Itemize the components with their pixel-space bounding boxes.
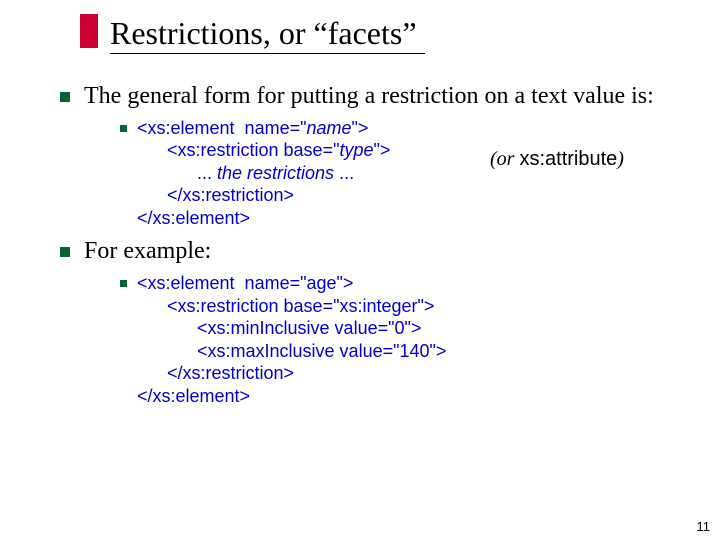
bullet-level2: <xs:element name="name"> <xs:restriction… [120, 117, 690, 230]
code-placeholder: the restrictions [217, 163, 334, 183]
square-bullet-icon [120, 125, 127, 132]
code-block-example: <xs:element name="age"> <xs:restriction … [137, 272, 446, 407]
bullet-level1: For example: [60, 237, 690, 266]
page-number: 11 [697, 519, 711, 534]
bullet-text: For example: [84, 237, 211, 266]
side-note: (or xs:attribute) [490, 148, 624, 171]
code-line: "> [352, 118, 369, 138]
code-block-generic: <xs:element name="name"> <xs:restriction… [137, 117, 390, 230]
bullet-level1: The general form for putting a restricti… [60, 82, 690, 111]
bullet-text: The general form for putting a restricti… [84, 82, 654, 111]
title-accent-bar [80, 14, 98, 48]
slide: Restrictions, or “facets” The general fo… [0, 0, 720, 540]
slide-content: The general form for putting a restricti… [60, 82, 690, 407]
sidenote-open: (or [490, 148, 519, 170]
code-placeholder: name [306, 118, 351, 138]
code-line: ... [334, 163, 354, 183]
code-line: <xs:element name="age"> [137, 273, 353, 293]
sidenote-close: ) [617, 148, 624, 170]
code-line: </xs:element> [137, 386, 250, 406]
slide-title: Restrictions, or “facets” [110, 17, 425, 54]
code-line: <xs:element name=" [137, 118, 306, 138]
code-placeholder: type [339, 140, 373, 160]
code-line: </xs:element> [137, 208, 250, 228]
bullet-level2: <xs:element name="age"> <xs:restriction … [120, 272, 690, 407]
title-row: Restrictions, or “facets” [80, 14, 690, 54]
code-line: "> [374, 140, 391, 160]
square-bullet-icon [60, 92, 70, 102]
sidenote-code: xs:attribute [519, 148, 617, 170]
code-line: </xs:restriction> [137, 363, 294, 383]
code-line: </xs:restriction> [137, 185, 294, 205]
code-line: ... [137, 163, 217, 183]
square-bullet-icon [60, 247, 70, 257]
square-bullet-icon [120, 280, 127, 287]
code-line: <xs:restriction base="xs:integer"> [137, 296, 434, 316]
code-line: <xs:minInclusive value="0"> [137, 318, 421, 338]
code-line: <xs:maxInclusive value="140"> [137, 341, 446, 361]
code-line: <xs:restriction base=" [137, 140, 339, 160]
